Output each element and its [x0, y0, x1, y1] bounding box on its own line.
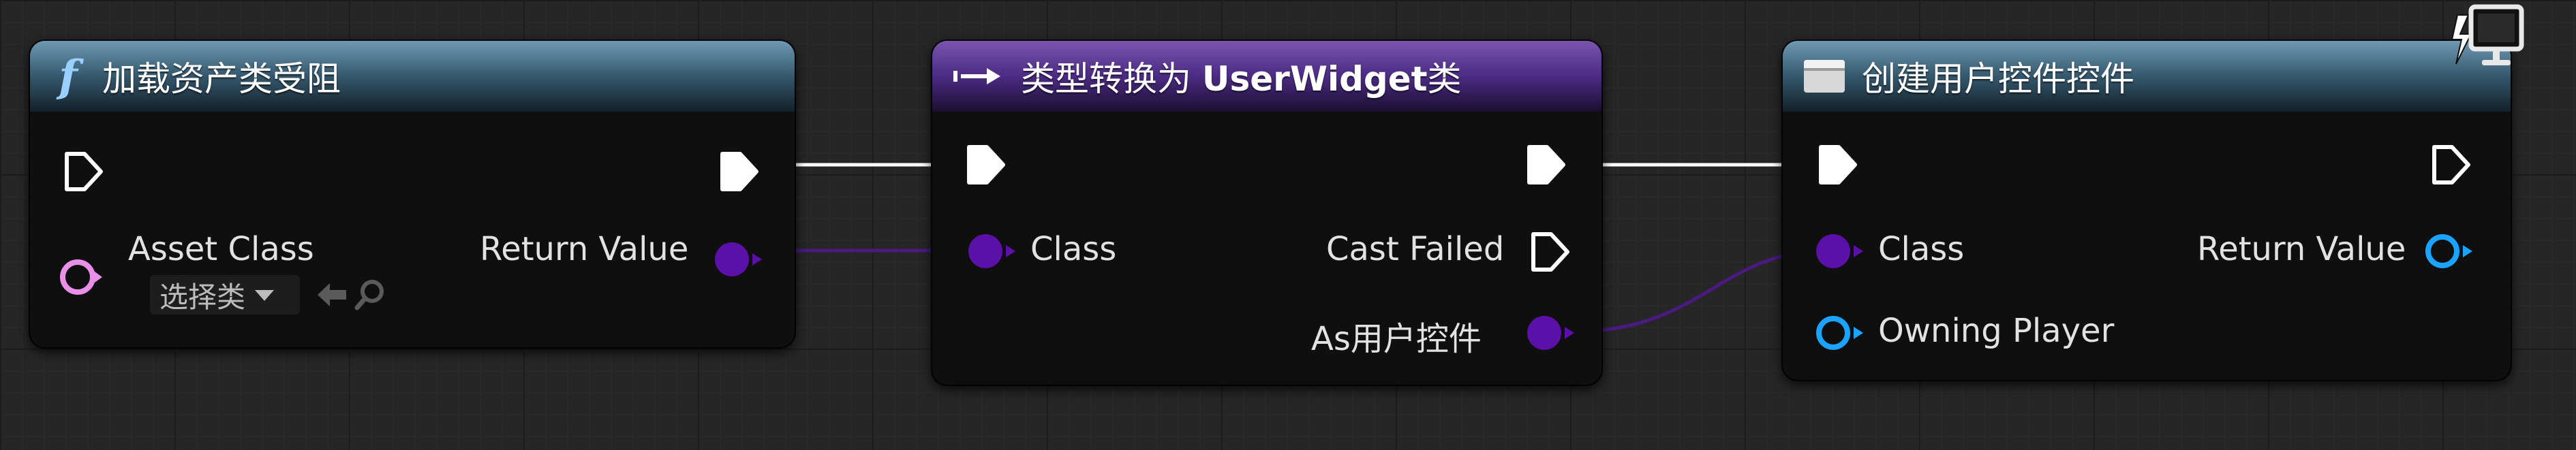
search-icon[interactable] — [353, 278, 387, 312]
node-header[interactable]: 类型转换为 UserWidget类 — [932, 41, 1601, 112]
node-header[interactable]: f 加载资产类受阻 — [30, 41, 795, 112]
owning-player-pin[interactable] — [1813, 309, 1867, 357]
exec-out-pin[interactable] — [1525, 143, 1567, 187]
node-title: 类型转换为 UserWidget类 — [1021, 59, 1462, 99]
cast-failed-label: Cast Failed — [1326, 230, 1505, 268]
class-input-label: Class — [1030, 230, 1117, 268]
exec-in-pin[interactable] — [63, 150, 105, 193]
return-value-label: Return Value — [2197, 230, 2406, 268]
arrow-left-icon[interactable] — [315, 278, 349, 312]
exec-in-pin[interactable] — [965, 143, 1007, 187]
return-value-pin[interactable] — [2422, 227, 2477, 275]
class-input-pin[interactable] — [965, 227, 1019, 275]
widget-icon — [1804, 60, 1845, 93]
cast-to-userwidget-node[interactable]: 类型转换为 UserWidget类 Class Cast Failed As用户… — [932, 41, 1601, 385]
cast-arrow-icon — [953, 68, 1000, 84]
node-header[interactable]: 创建用户控件控件 — [1783, 41, 2511, 112]
class-select-dropdown[interactable]: 选择类 — [150, 275, 300, 315]
load-asset-class-node[interactable]: f 加载资产类受阻 Asset Class Return Value 选择类 — [30, 41, 795, 347]
chevron-down-icon — [255, 290, 275, 301]
class-select-value: 选择类 — [159, 280, 246, 314]
as-widget-pin[interactable] — [1524, 309, 1578, 357]
function-icon: f — [59, 50, 78, 102]
exec-out-pin[interactable] — [718, 150, 761, 193]
monitor-lightning-icon — [2451, 4, 2524, 65]
class-input-label: Class — [1878, 230, 1965, 268]
owning-player-label: Owning Player — [1878, 312, 2115, 350]
as-widget-label: As用户控件 — [1311, 320, 1482, 358]
create-widget-node[interactable]: 创建用户控件控件 Class Return Value Owning Playe… — [1783, 41, 2511, 380]
node-title: 创建用户控件控件 — [1862, 59, 2134, 99]
exec-in-pin[interactable] — [1817, 143, 1859, 187]
asset-class-label: Asset Class — [128, 230, 314, 268]
return-value-label: Return Value — [480, 230, 689, 268]
exec-out-pin[interactable] — [2430, 143, 2472, 187]
node-title: 加载资产类受阻 — [102, 59, 341, 99]
cast-failed-pin[interactable] — [1529, 230, 1571, 274]
class-input-pin[interactable] — [1813, 227, 1867, 275]
asset-class-pin[interactable] — [57, 253, 105, 301]
return-value-pin[interactable] — [711, 236, 766, 283]
